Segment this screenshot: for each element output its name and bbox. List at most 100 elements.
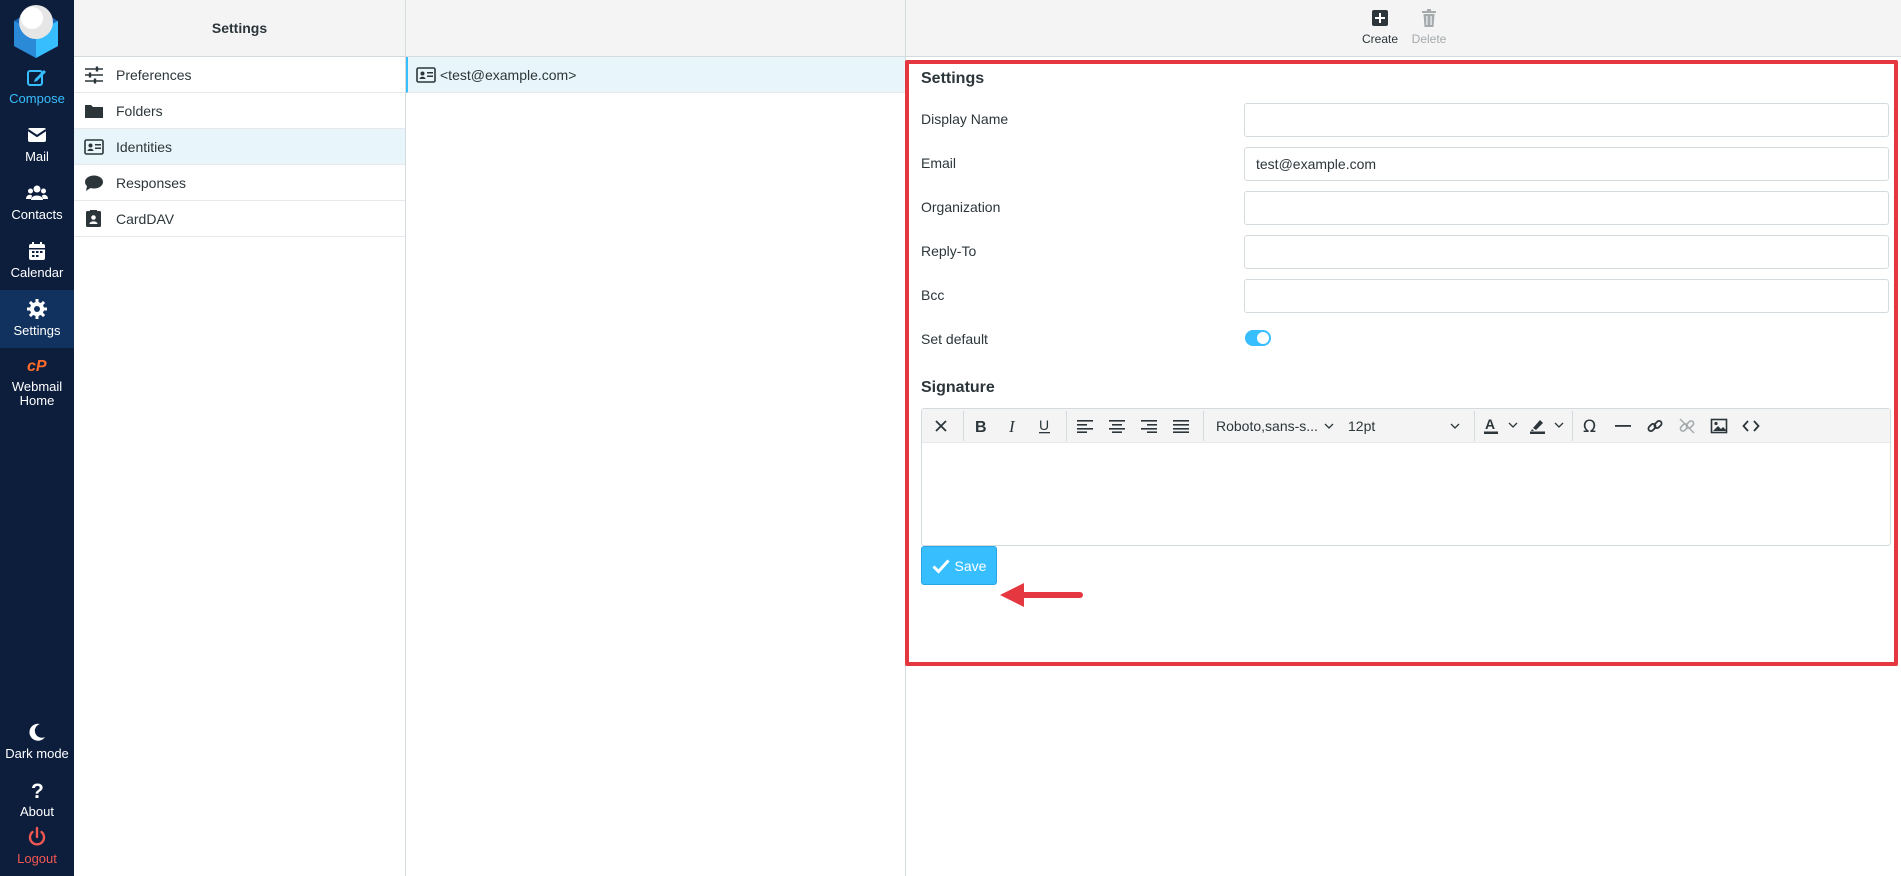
email-label: Email <box>921 155 957 171</box>
sliders-icon <box>85 66 103 83</box>
nav-webmail-home[interactable]: cP Webmail Home <box>0 348 74 414</box>
italic-button[interactable]: I <box>1000 414 1026 438</box>
moon-icon <box>29 723 45 741</box>
signature-title: Signature <box>921 379 995 396</box>
editor-toolbar: B I U Roboto,sans-s... 12pt A Ω <box>922 409 1890 443</box>
nav-compose[interactable]: Compose <box>0 58 74 116</box>
power-icon <box>28 826 46 846</box>
svg-text:Ω: Ω <box>1583 417 1596 435</box>
close-editor-button[interactable] <box>928 414 954 438</box>
italic-icon: I <box>1008 418 1016 434</box>
calendar-icon <box>29 242 45 260</box>
nav-contacts-label: Contacts <box>11 207 63 222</box>
align-center-icon <box>1109 420 1125 433</box>
save-button[interactable]: Save <box>921 546 997 585</box>
code-icon <box>1742 420 1760 432</box>
settings-item-preferences[interactable]: Preferences <box>74 57 405 93</box>
svg-text:?: ? <box>31 780 44 801</box>
id-card-icon <box>84 138 104 155</box>
identities-column-header <box>406 0 905 57</box>
omega-icon: Ω <box>1583 417 1596 435</box>
reply-to-row: Reply-To <box>921 235 1891 271</box>
align-left-icon <box>1077 420 1093 433</box>
font-family-select[interactable]: Roboto,sans-s... <box>1216 409 1334 443</box>
nav-calendar-label: Calendar <box>10 265 64 280</box>
settings-item-folders[interactable]: Folders <box>74 93 405 129</box>
nav-mail[interactable]: Mail <box>0 116 74 174</box>
align-justify-icon <box>1173 420 1189 433</box>
app-nav: Compose Mail Contacts Calendar Settings … <box>0 0 74 876</box>
align-center-button[interactable] <box>1104 414 1130 438</box>
svg-text:U: U <box>1039 418 1049 433</box>
highlight-color-button[interactable] <box>1528 414 1568 438</box>
display-name-label: Display Name <box>921 111 1009 127</box>
settings-item-identities[interactable]: Identities <box>74 129 405 165</box>
nav-about-label: About <box>20 804 54 819</box>
settings-item-label: Responses <box>116 174 187 191</box>
create-button[interactable]: Create <box>1355 8 1405 46</box>
settings-item-label: Folders <box>116 102 163 119</box>
organization-input[interactable] <box>1244 191 1889 225</box>
nav-mail-label: Mail <box>25 149 49 164</box>
cpanel-icon: cP <box>27 358 47 375</box>
display-name-input[interactable] <box>1244 103 1889 137</box>
settings-item-responses[interactable]: Responses <box>74 165 405 201</box>
nav-dark-mode[interactable]: Dark mode <box>0 713 74 771</box>
toolbar-separator <box>1572 411 1573 441</box>
font-size-select[interactable]: 12pt <box>1348 409 1460 443</box>
plus-square-icon <box>1372 10 1388 26</box>
settings-column: Settings Preferences Folders Identities <box>74 0 406 876</box>
align-left-button[interactable] <box>1072 414 1098 438</box>
nav-contacts[interactable]: Contacts <box>0 174 74 232</box>
text-color-button[interactable]: A <box>1482 414 1522 438</box>
set-default-toggle[interactable] <box>1245 330 1271 346</box>
toolbar-separator <box>1203 411 1204 441</box>
nav-logout-label: Logout <box>17 851 57 866</box>
email-row: Email <box>921 147 1891 183</box>
roundcube-logo[interactable] <box>8 2 64 58</box>
settings-item-carddav[interactable]: CardDAV <box>74 201 405 237</box>
organization-label: Organization <box>921 199 1001 215</box>
nav-settings-label: Settings <box>13 323 61 338</box>
bold-button[interactable]: B <box>968 414 994 438</box>
toolbar-separator <box>963 411 964 441</box>
nav-webmail-home-label-2: Home <box>19 393 55 408</box>
align-right-icon <box>1141 420 1157 433</box>
address-book-icon <box>86 209 101 227</box>
close-icon <box>935 420 947 432</box>
remove-link-button[interactable] <box>1674 414 1700 438</box>
trash-icon <box>1422 9 1436 27</box>
align-right-button[interactable] <box>1136 414 1162 438</box>
save-button-label: Save <box>954 557 987 574</box>
insert-link-button[interactable] <box>1642 414 1668 438</box>
nav-calendar[interactable]: Calendar <box>0 232 74 290</box>
question-icon: ? <box>31 780 44 801</box>
source-code-button[interactable] <box>1738 414 1764 438</box>
chevron-down-icon <box>1324 423 1334 429</box>
delete-button-label: Delete <box>1411 32 1447 46</box>
reply-to-input[interactable] <box>1244 235 1889 269</box>
identity-row-label: <test@example.com> <box>440 66 577 83</box>
nav-webmail-home-label-1: Webmail <box>11 379 63 394</box>
delete-button[interactable]: Delete <box>1404 8 1454 46</box>
email-input[interactable] <box>1244 147 1889 181</box>
identity-row[interactable]: <test@example.com> <box>406 57 905 93</box>
align-justify-button[interactable] <box>1168 414 1194 438</box>
nav-dark-mode-label: Dark mode <box>5 746 69 761</box>
folder-icon <box>85 104 103 118</box>
insert-image-button[interactable] <box>1706 414 1732 438</box>
nav-logout[interactable]: Logout <box>0 818 74 876</box>
underline-button[interactable]: U <box>1032 414 1058 438</box>
svg-text:I: I <box>1008 418 1016 434</box>
underline-icon: U <box>1039 418 1050 434</box>
bcc-input[interactable] <box>1244 279 1889 313</box>
users-icon <box>26 185 48 200</box>
horizontal-rule-button[interactable] <box>1610 414 1636 438</box>
id-card-icon <box>416 66 436 83</box>
organization-row: Organization <box>921 191 1891 227</box>
nav-settings[interactable]: Settings <box>0 290 74 348</box>
special-character-button[interactable]: Ω <box>1578 414 1604 438</box>
signature-body[interactable] <box>922 443 1890 545</box>
arrow-annotation <box>1000 583 1083 607</box>
comment-icon <box>85 175 103 191</box>
